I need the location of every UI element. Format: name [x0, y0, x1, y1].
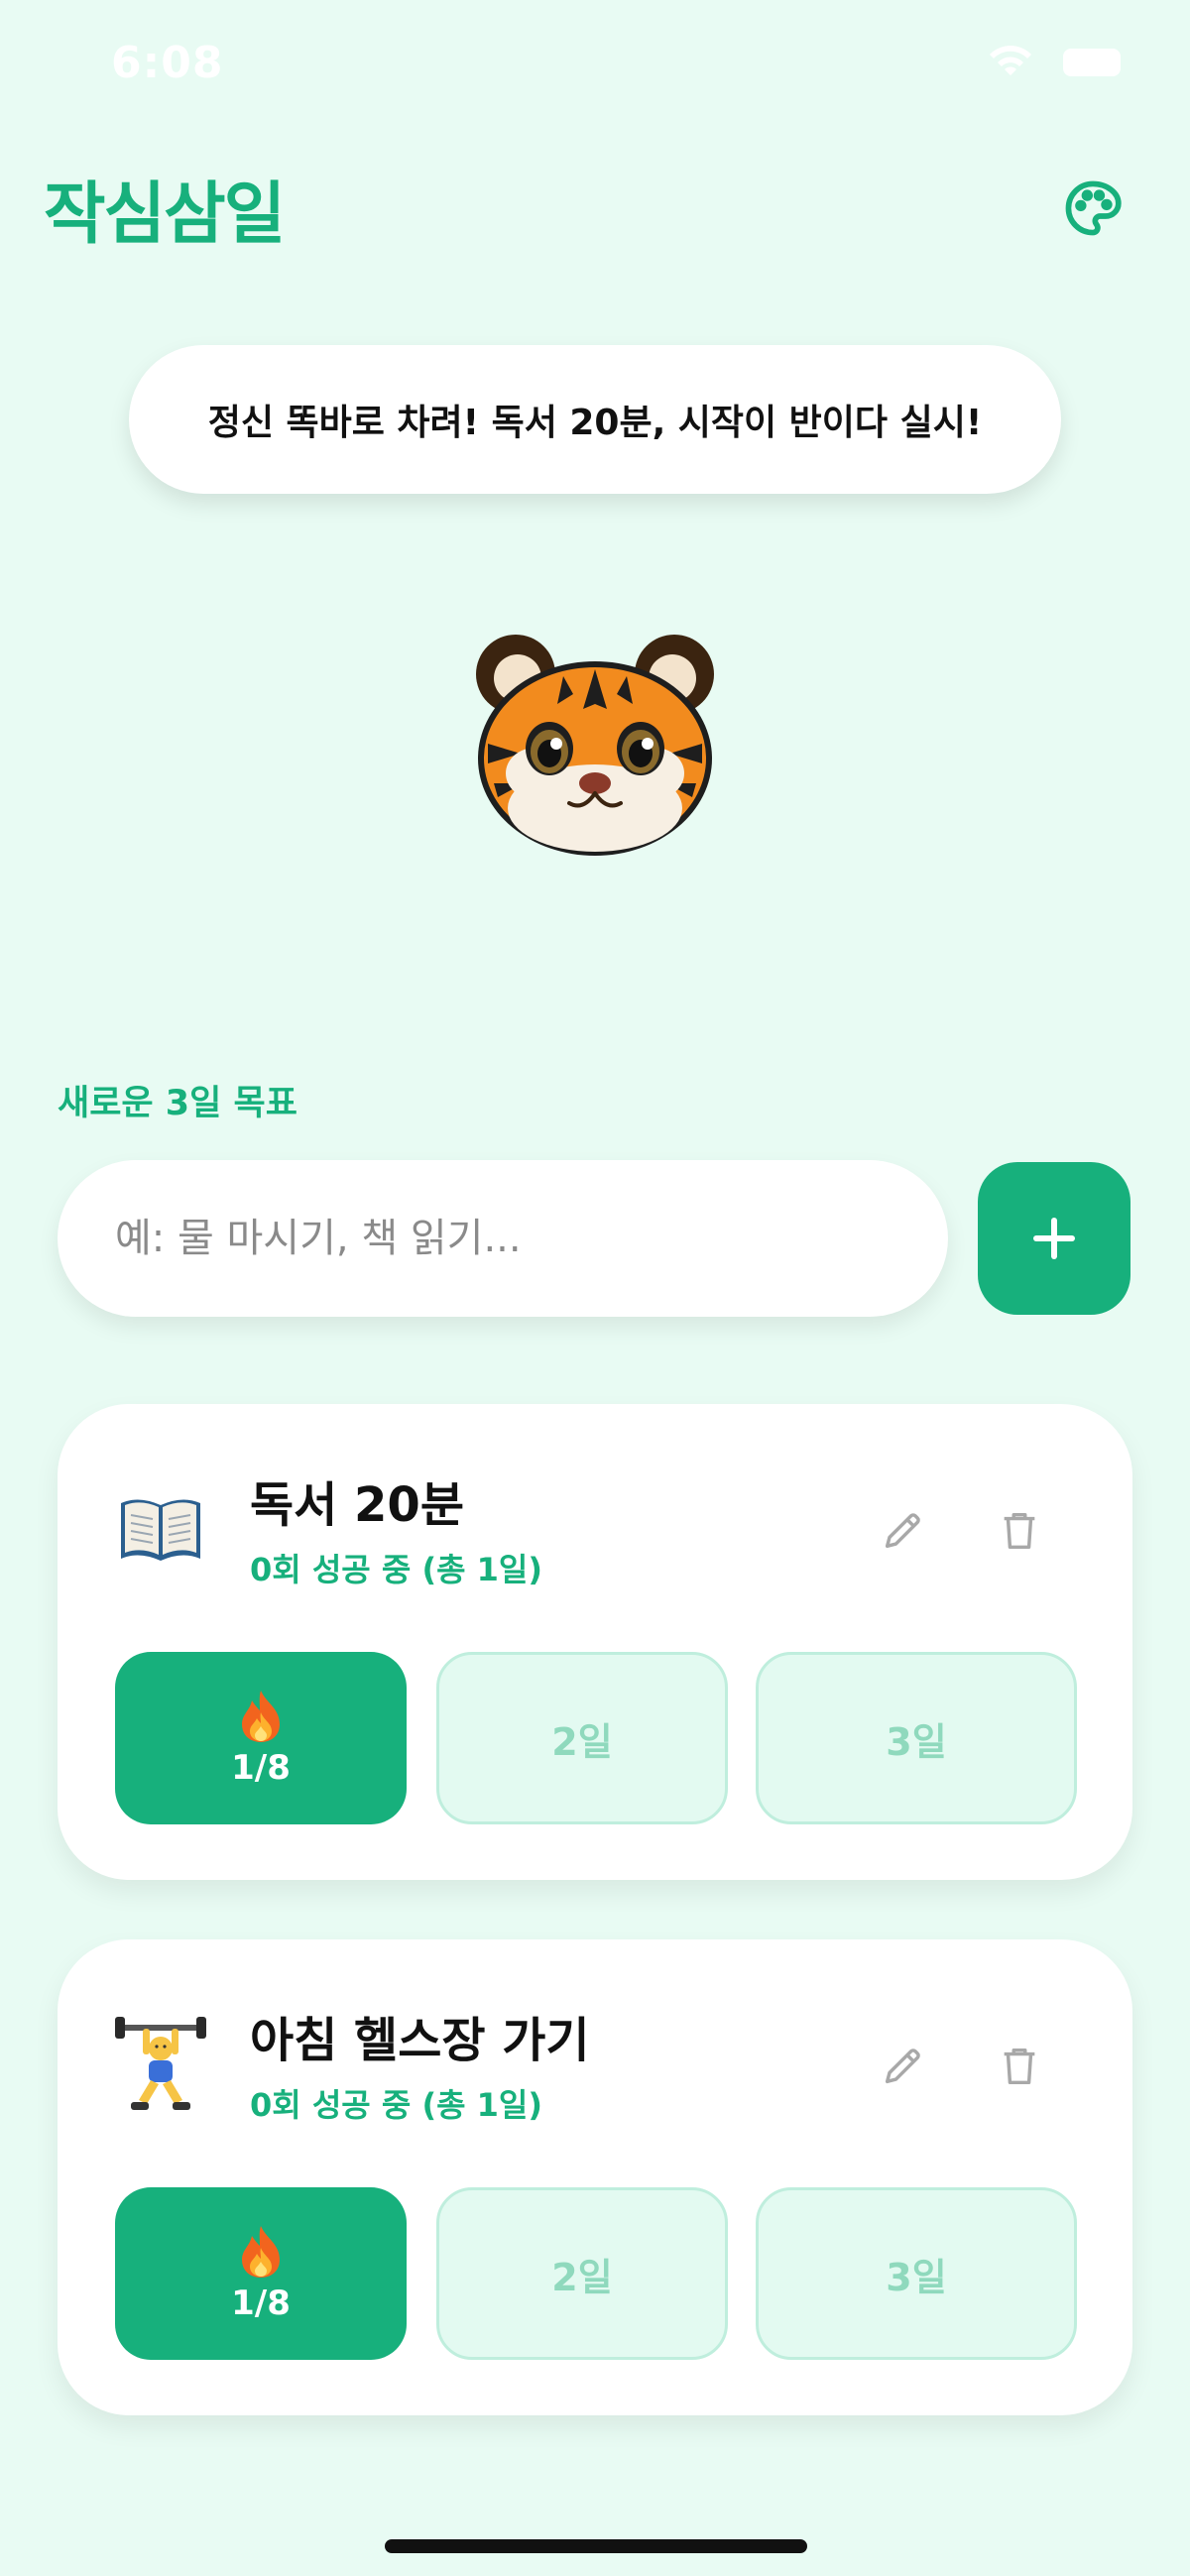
- status-bar: 6:08: [0, 0, 1190, 129]
- delete-goal-button[interactable]: [990, 2037, 1049, 2096]
- day-3-label: 3일: [886, 1719, 947, 1764]
- mascot-speech-bubble: 정신 똑바로 차려! 독서 20분, 시작이 반이다 실시!: [129, 345, 1061, 494]
- palette-icon: [1065, 180, 1122, 236]
- plus-icon: [1033, 1218, 1075, 1259]
- day-2-button[interactable]: 2일: [436, 1652, 728, 1824]
- goal-input[interactable]: [58, 1160, 948, 1317]
- goal-card: 독서 20분 0회 성공 중 (총 1일) 1/8 2일 3일: [58, 1404, 1132, 1880]
- day-2-label: 2일: [551, 1719, 613, 1764]
- goal-title: 독서 20분: [250, 1477, 464, 1533]
- day-1-count: 1/8: [231, 2283, 291, 2323]
- fire-icon: [242, 2226, 280, 2278]
- day-3-button[interactable]: 3일: [756, 1652, 1077, 1824]
- day-2-button[interactable]: 2일: [436, 2187, 728, 2360]
- weightlifter-icon: [113, 2017, 208, 2112]
- edit-goal-button[interactable]: [873, 2037, 932, 2096]
- trash-icon: [1004, 2048, 1035, 2085]
- day-1-button[interactable]: 1/8: [115, 2187, 407, 2360]
- day-3-label: 3일: [886, 2255, 947, 2299]
- pencil-icon: [885, 1513, 920, 1549]
- fire-icon: [242, 1691, 280, 1742]
- day-1-button[interactable]: 1/8: [115, 1652, 407, 1824]
- goal-status: 0회 성공 중 (총 1일): [250, 2086, 542, 2124]
- delete-goal-button[interactable]: [990, 1501, 1049, 1561]
- battery-icon: [1063, 49, 1121, 76]
- goal-title: 아침 헬스장 가기: [250, 2013, 590, 2068]
- add-goal-button[interactable]: [978, 1162, 1130, 1315]
- wifi-icon: [990, 46, 1031, 75]
- goal-status: 0회 성공 중 (총 1일): [250, 1551, 542, 1588]
- day-2-label: 2일: [551, 2255, 613, 2299]
- edit-goal-button[interactable]: [873, 1501, 932, 1561]
- tiger-face-icon: [476, 635, 714, 856]
- status-time: 6:08: [111, 38, 224, 88]
- palette-button[interactable]: [1055, 171, 1130, 246]
- new-goal-label: 새로운 3일 목표: [58, 1084, 298, 1123]
- day-3-button[interactable]: 3일: [756, 2187, 1077, 2360]
- pencil-icon: [885, 2049, 920, 2084]
- day-1-count: 1/8: [231, 1748, 291, 1788]
- open-book-icon: [113, 1481, 208, 1577]
- home-indicator: [385, 2539, 807, 2553]
- trash-icon: [1004, 1512, 1035, 1550]
- goal-card: 아침 헬스장 가기 0회 성공 중 (총 1일) 1/8 2일 3일: [58, 1939, 1132, 2415]
- app-title: 작심삼일: [44, 176, 286, 254]
- status-icons: [986, 46, 1121, 79]
